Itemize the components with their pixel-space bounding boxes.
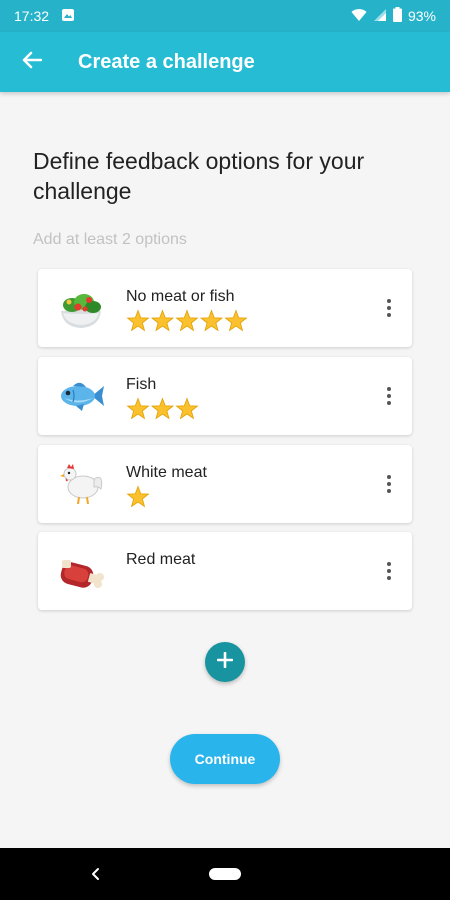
system-nav-bar <box>0 848 450 900</box>
more-options-icon[interactable] <box>382 296 396 320</box>
page-title: Create a challenge <box>78 50 255 73</box>
option-card-red-meat[interactable]: Red meat <box>38 532 412 610</box>
star-icon <box>126 397 150 420</box>
app-bar: Create a challenge <box>0 32 450 92</box>
more-options-icon[interactable] <box>382 559 396 583</box>
option-card-fish[interactable]: Fish <box>38 357 412 435</box>
option-label: Red meat <box>126 551 196 568</box>
status-time: 17:32 <box>14 8 50 24</box>
section-heading: Define feedback options for your challen… <box>33 148 365 204</box>
battery-icon <box>392 7 402 25</box>
star-rating <box>126 572 250 596</box>
add-option-button[interactable] <box>205 642 245 682</box>
back-button[interactable] <box>0 32 64 92</box>
plus-icon <box>216 651 234 673</box>
chicken-icon <box>56 459 106 509</box>
option-label: Fish <box>126 376 157 393</box>
hint-text: Add at least 2 options <box>33 231 187 248</box>
star-icon <box>175 397 199 420</box>
arrow-back-icon <box>22 51 43 74</box>
more-options-icon[interactable] <box>382 384 396 408</box>
star-rating <box>126 485 150 508</box>
salad-icon <box>56 283 106 333</box>
fish-icon <box>56 371 106 421</box>
nav-back-icon[interactable] <box>84 862 108 886</box>
option-label: No meat or fish <box>126 288 235 305</box>
image-notification-icon <box>61 8 75 25</box>
signal-icon <box>373 8 387 25</box>
star-icon <box>150 309 175 332</box>
star-icon <box>150 397 175 420</box>
star-icon <box>175 309 199 332</box>
nav-home-pill[interactable] <box>209 868 241 880</box>
star-icon <box>126 485 150 508</box>
star-rating <box>126 397 199 420</box>
star-icon <box>199 309 224 332</box>
status-bar: 17:32 93% <box>0 0 450 32</box>
continue-button[interactable]: Continue <box>170 734 280 784</box>
wifi-icon <box>351 8 367 25</box>
option-card-no-meat-or-fish[interactable]: No meat or fish <box>38 269 412 347</box>
star-rating <box>126 309 248 332</box>
option-label: White meat <box>126 464 207 481</box>
star-icon <box>224 309 248 332</box>
option-card-white-meat[interactable]: White meat <box>38 445 412 523</box>
battery-percent: 93% <box>407 8 436 24</box>
more-options-icon[interactable] <box>382 472 396 496</box>
meat-icon <box>56 546 106 596</box>
star-icon <box>126 309 150 332</box>
